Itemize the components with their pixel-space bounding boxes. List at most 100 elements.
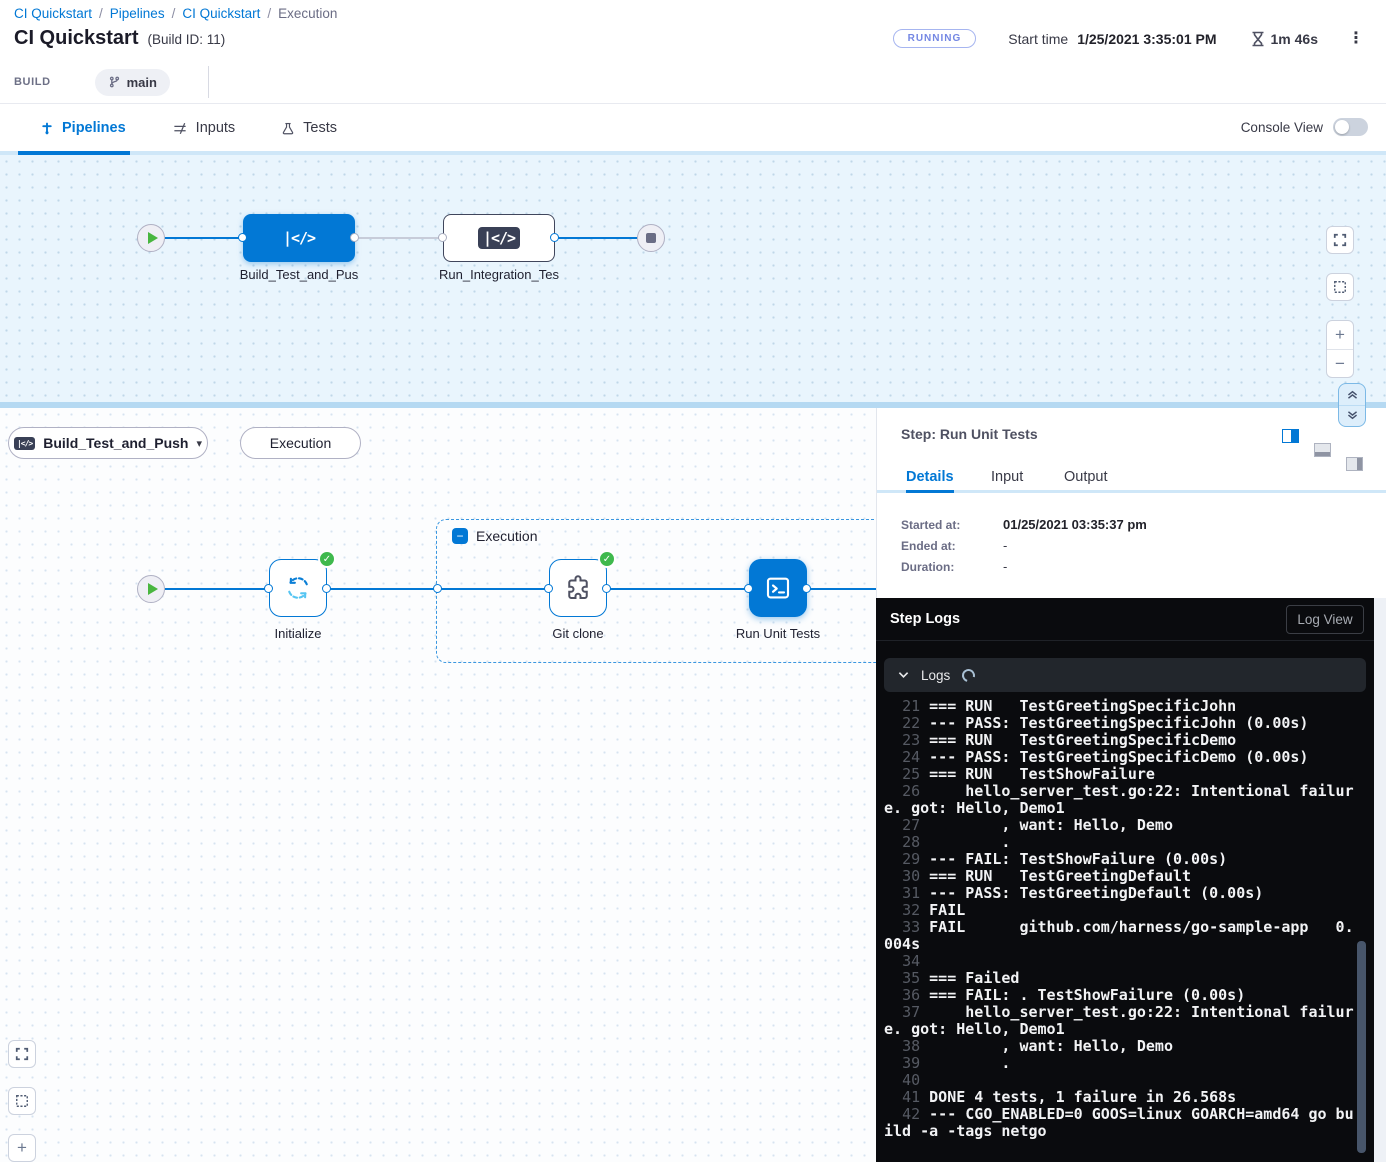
success-check-icon: ✓ bbox=[318, 550, 336, 568]
node-label: Build_Test_and_Pus bbox=[223, 267, 375, 282]
step-node-initialize[interactable] bbox=[269, 559, 327, 617]
stage-node-run-integration-test[interactable]: |</> bbox=[443, 214, 555, 262]
status-row: RUNNING Start time 1/25/2021 3:35:01 PM … bbox=[893, 29, 1364, 48]
log-line: 36 === FAIL: . TestShowFailure (0.00s) bbox=[884, 987, 1354, 1004]
breadcrumb-separator: / bbox=[99, 6, 103, 21]
execution-view-button[interactable]: Execution bbox=[240, 427, 361, 459]
page-title: CI Quickstart bbox=[14, 27, 138, 50]
zoom-in-button[interactable]: + bbox=[8, 1134, 36, 1162]
divider bbox=[208, 66, 209, 98]
log-line: 23 === RUN TestGreetingSpecificDemo bbox=[884, 732, 1354, 749]
log-line: 39 . bbox=[884, 1055, 1354, 1072]
node-port bbox=[238, 233, 247, 242]
tab-label: Inputs bbox=[196, 120, 236, 136]
collapse-down-button[interactable] bbox=[1339, 405, 1365, 427]
detail-label: Started at: bbox=[901, 518, 960, 532]
git-branch-icon bbox=[108, 75, 121, 89]
layout-right-button[interactable] bbox=[1346, 457, 1363, 471]
zoom-in-button[interactable]: + bbox=[1327, 321, 1353, 349]
branch-pill[interactable]: main bbox=[95, 69, 170, 96]
tab-pipelines[interactable]: Pipelines bbox=[40, 120, 126, 136]
ci-codebase-icon: |</> bbox=[14, 437, 35, 450]
connector-line bbox=[607, 588, 749, 590]
start-time-label: Start time bbox=[1008, 31, 1068, 47]
tab-inputs[interactable]: Inputs bbox=[172, 120, 236, 136]
detail-label: Duration: bbox=[901, 560, 954, 574]
execution-view-label: Execution bbox=[270, 435, 331, 451]
connector-line bbox=[355, 237, 443, 239]
tab-details[interactable]: Details bbox=[906, 469, 954, 485]
node-port bbox=[802, 584, 811, 593]
more-options-button[interactable]: ⋮ bbox=[1348, 31, 1364, 47]
stage-start-node[interactable] bbox=[137, 575, 165, 603]
pipeline-end-node bbox=[637, 224, 665, 252]
pipelines-icon bbox=[40, 121, 54, 136]
start-time-value: 1/25/2021 3:35:01 PM bbox=[1077, 31, 1216, 47]
status-badge: RUNNING bbox=[893, 29, 977, 48]
node-label: Run Unit Tests bbox=[703, 626, 853, 641]
detail-value: 01/25/2021 03:35:37 pm bbox=[1003, 517, 1147, 532]
console-view-toggle[interactable] bbox=[1333, 118, 1368, 136]
node-port bbox=[322, 584, 331, 593]
plus-icon: + bbox=[17, 1138, 27, 1158]
breadcrumb-separator: / bbox=[172, 6, 176, 21]
selection-mode-button[interactable] bbox=[8, 1087, 36, 1115]
page-header: CI Quickstart / Pipelines / CI Quickstar… bbox=[0, 0, 1386, 103]
ci-codebase-icon: |</> bbox=[283, 229, 315, 247]
selection-mode-button[interactable] bbox=[1326, 273, 1354, 301]
node-port bbox=[438, 233, 447, 242]
pipeline-start-node[interactable] bbox=[137, 224, 165, 252]
plugin-puzzle-icon bbox=[563, 573, 593, 603]
terminal-icon bbox=[763, 573, 793, 603]
chevron-down-icon: ▾ bbox=[196, 437, 202, 450]
log-scrollbar[interactable] bbox=[1357, 941, 1366, 1153]
stage-canvas[interactable]: |</> Build_Test_and_Push ▾ Execution − E… bbox=[0, 408, 876, 1162]
stage-selector-dropdown[interactable]: |</> Build_Test_and_Push ▾ bbox=[8, 427, 208, 459]
log-line: 22 --- PASS: TestGreetingSpecificJohn (0… bbox=[884, 715, 1354, 732]
logs-section-label: Logs bbox=[921, 668, 950, 683]
log-view-button[interactable]: Log View bbox=[1286, 605, 1364, 634]
hourglass-icon bbox=[1251, 31, 1265, 47]
panel-resize-controls bbox=[1338, 383, 1366, 427]
step-panel-title: Step: Run Unit Tests bbox=[901, 426, 1038, 442]
log-line: 41 DONE 4 tests, 1 failure in 26.568s bbox=[884, 1089, 1354, 1106]
log-line: 29 --- FAIL: TestShowFailure (0.00s) bbox=[884, 851, 1354, 868]
play-icon bbox=[148, 583, 158, 595]
layout-split-right-button[interactable] bbox=[1282, 429, 1299, 443]
title-row: CI Quickstart (Build ID: 11) bbox=[14, 27, 225, 50]
stage-node-build-test-and-push[interactable]: |</> bbox=[243, 214, 355, 262]
panel-gutter bbox=[1374, 598, 1386, 1162]
log-line: 38 , want: Hello, Demo bbox=[884, 1038, 1354, 1055]
log-line: 42 --- CGO_ENABLED=0 GOOS=linux GOARCH=a… bbox=[884, 1106, 1354, 1140]
build-label: BUILD bbox=[14, 76, 51, 88]
step-node-git-clone[interactable] bbox=[549, 559, 607, 617]
layout-bottom-button[interactable] bbox=[1314, 443, 1331, 457]
log-line: 32 FAIL bbox=[884, 902, 1354, 919]
log-line: 25 === RUN TestShowFailure bbox=[884, 766, 1354, 783]
collapse-group-button[interactable]: − bbox=[452, 528, 468, 544]
log-line: 31 --- PASS: TestGreetingDefault (0.00s) bbox=[884, 885, 1354, 902]
panel-tab-underline-active bbox=[906, 490, 954, 493]
fullscreen-button[interactable] bbox=[8, 1040, 36, 1068]
pipeline-canvas[interactable]: |</> |</> Build_Test_and_Pus Run_Integra… bbox=[0, 155, 1386, 402]
tab-tests[interactable]: Tests bbox=[281, 120, 337, 136]
breadcrumb-link[interactable]: Pipelines bbox=[110, 6, 165, 21]
logs-section-header[interactable]: Logs bbox=[884, 658, 1366, 692]
fullscreen-button[interactable] bbox=[1326, 226, 1354, 254]
log-line: 40 bbox=[884, 1072, 1354, 1089]
tab-label: Pipelines bbox=[62, 120, 126, 136]
stage-selector-label: Build_Test_and_Push bbox=[43, 435, 188, 451]
node-port bbox=[350, 233, 359, 242]
step-node-run-unit-tests[interactable] bbox=[749, 559, 807, 617]
collapse-up-button[interactable] bbox=[1339, 384, 1365, 405]
play-icon bbox=[148, 232, 158, 244]
tab-input[interactable]: Input bbox=[991, 469, 1023, 485]
zoom-out-button[interactable]: − bbox=[1327, 349, 1353, 377]
breadcrumb-link[interactable]: CI Quickstart bbox=[14, 6, 92, 21]
node-port bbox=[550, 233, 559, 242]
breadcrumb-separator: / bbox=[267, 6, 271, 21]
tab-output[interactable]: Output bbox=[1064, 469, 1108, 485]
elapsed-time: 1m 46s bbox=[1251, 31, 1318, 47]
breadcrumb-link[interactable]: CI Quickstart bbox=[182, 6, 260, 21]
log-line: 27 , want: Hello, Demo bbox=[884, 817, 1354, 834]
